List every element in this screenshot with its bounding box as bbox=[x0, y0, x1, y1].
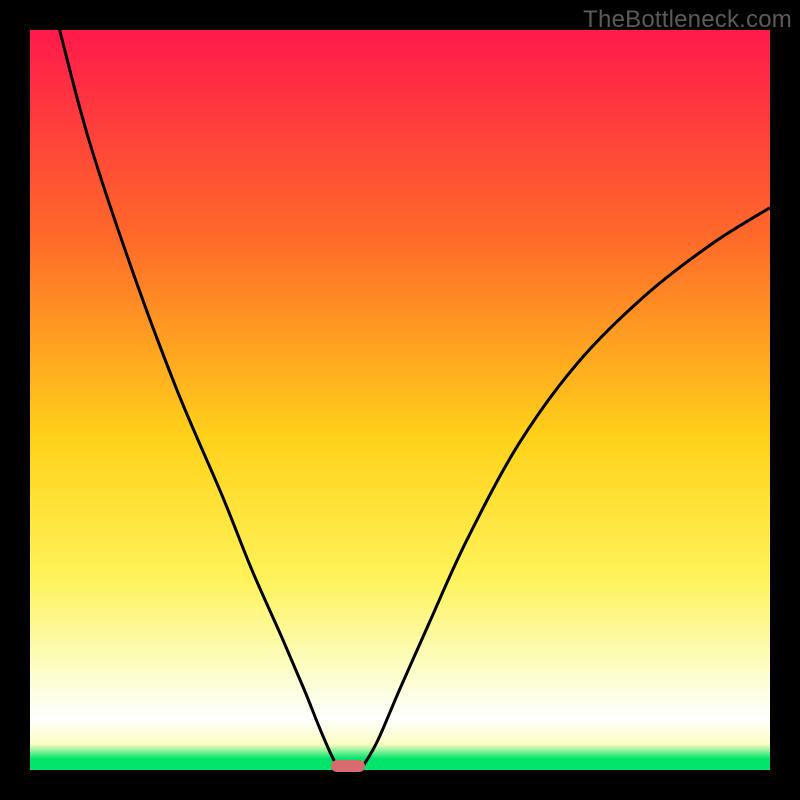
curve-right-branch bbox=[363, 208, 770, 767]
watermark-text: TheBottleneck.com bbox=[583, 6, 792, 34]
chart-frame bbox=[30, 30, 770, 770]
optimum-marker bbox=[331, 760, 365, 772]
curve-left-branch bbox=[60, 30, 338, 766]
bottleneck-curve bbox=[30, 30, 770, 770]
